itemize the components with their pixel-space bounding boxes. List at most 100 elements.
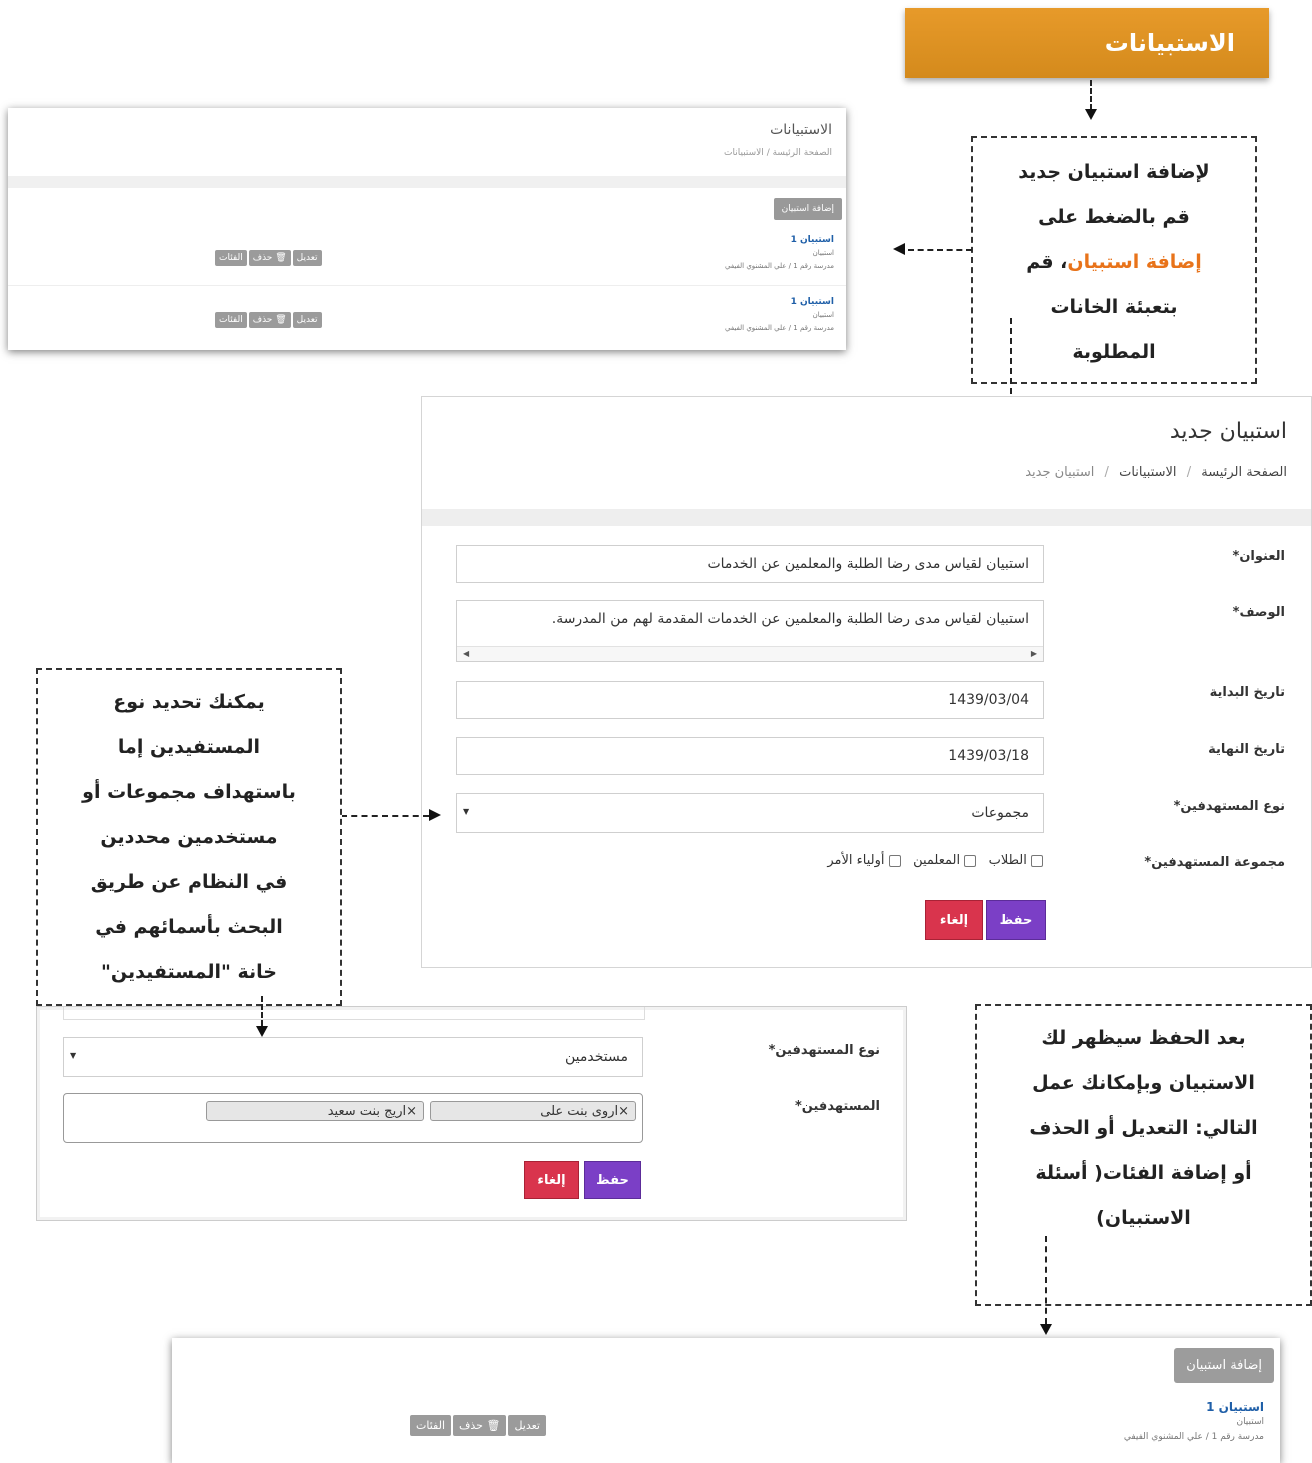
breadcrumb-home[interactable]: الصفحة الرئيسة <box>773 148 832 158</box>
breadcrumb-surveys[interactable]: الاستبيانات <box>1119 465 1176 480</box>
breadcrumb-sep: / <box>1104 465 1109 480</box>
breadcrumb: الصفحة الرئيسة / الاستبيانات / استبيان ج… <box>1025 465 1287 480</box>
divider <box>422 509 1311 526</box>
description-text: استبيان لقياس مدى رضا الطلبة والمعلمين ع… <box>551 611 1029 627</box>
chevron-down-icon: ▼ <box>463 807 470 816</box>
title-label: العنوان* <box>1232 549 1285 564</box>
checkbox[interactable] <box>964 854 977 867</box>
chevron-down-icon: ▼ <box>70 1051 77 1060</box>
cancel-button[interactable]: إلغاء <box>925 900 983 940</box>
delete-button[interactable]: 🗑 حذف <box>248 312 291 328</box>
edit-button[interactable]: تعديل <box>292 250 322 266</box>
note-line: بعد الحفظ سيظهر لك <box>1041 1027 1246 1049</box>
delete-label: حذف <box>459 1419 483 1432</box>
note-target-type: يمكنك تحديد نوع المستفيدين إما باستهداف … <box>36 668 342 1006</box>
target-type-select[interactable]: مستخدمين ▼ <box>63 1037 643 1077</box>
field-box-fragment <box>63 1007 645 1020</box>
target-type-label: نوع المستهدفين* <box>1173 799 1285 814</box>
item-actions: تعديل🗑 حذفالفئات <box>213 307 322 328</box>
users-target-screen: نوع المستهدفين* مستخدمين ▼ المستهدفين* ×… <box>36 1006 907 1221</box>
saved-survey-screen: إضافة استبيان استبيان 1 استبيان مدرسة رق… <box>172 1338 1280 1463</box>
note-line-rest: ، قم <box>1026 251 1068 273</box>
delete-label: حذف <box>252 253 273 263</box>
tag-label: اريج بنت سعيد <box>327 1103 407 1119</box>
description-textarea[interactable]: استبيان لقياس مدى رضا الطلبة والمعلمين ع… <box>456 600 1044 662</box>
note-highlight: إضافة استبيان <box>1067 251 1202 273</box>
note-line: مستخدمين محددين <box>100 826 278 848</box>
save-button[interactable]: حفظ <box>584 1161 641 1199</box>
title-input[interactable]: استبيان لقياس مدى رضا الطلبة والمعلمين ع… <box>456 545 1044 583</box>
note-line: المستفيدين إما <box>117 736 261 758</box>
scroll-right-icon[interactable]: ▶ <box>1031 649 1037 658</box>
note-line: المطلوبة <box>1072 341 1156 363</box>
surveys-list-screen: الاستبيانات الصفحة الرئيسة / الاستبيانات… <box>8 108 846 350</box>
survey-type: استبيان <box>812 249 834 257</box>
page-title: الاستبيانات <box>770 122 832 138</box>
target-type-select[interactable]: مجموعات ▼ <box>456 793 1044 833</box>
start-date-label: تاريخ البداية <box>1209 685 1285 700</box>
target-type-value: مستخدمين <box>565 1049 628 1065</box>
survey-type: استبيان <box>1236 1417 1264 1427</box>
user-tag: × اريج بنت سعيد <box>206 1101 424 1121</box>
note-line: خانة "المستفيدين" <box>100 961 277 983</box>
save-button[interactable]: حفظ <box>986 900 1046 940</box>
edit-button[interactable]: تعديل <box>508 1415 546 1436</box>
survey-meta: مدرسة رقم 1 / علي المشنوي الفيفي <box>724 262 834 270</box>
targets-label: المستهدفين* <box>795 1099 880 1114</box>
breadcrumb-current: الاستبيانات <box>724 148 764 158</box>
new-survey-form-screen: استبيان جديد الصفحة الرئيسة / الاستبيانا… <box>421 396 1312 968</box>
add-survey-button[interactable]: إضافة استبيان <box>773 198 842 220</box>
checkbox[interactable] <box>888 854 901 867</box>
survey-title-link[interactable]: استبيان 1 <box>725 234 834 247</box>
arrow-down-icon <box>1085 109 1097 120</box>
breadcrumb-home[interactable]: الصفحة الرئيسة <box>1201 465 1287 480</box>
note-line: في النظام عن طريق <box>90 871 288 893</box>
categories-button[interactable]: الفئات <box>410 1415 451 1436</box>
arrow-right-icon <box>429 809 441 821</box>
banner-title: الاستبيانات <box>1104 29 1235 57</box>
note-line: بتعبئة الخانات <box>1050 296 1178 318</box>
end-date-input[interactable]: 1439/03/18 <box>456 737 1044 775</box>
delete-button[interactable]: 🗑 حذف <box>248 250 291 266</box>
breadcrumb-current: استبيان جديد <box>1025 465 1095 480</box>
item-actions: تعديل🗑 حذفالفئات <box>408 1414 546 1436</box>
note-line: إضافة استبيان، قم <box>973 240 1255 285</box>
survey-title-link[interactable]: استبيان 1 <box>725 296 834 309</box>
note-line: التالي: التعديل أو الحذف <box>1029 1117 1258 1139</box>
connector-line <box>261 996 263 1026</box>
categories-button[interactable]: الفئات <box>215 312 247 328</box>
edit-button[interactable]: تعديل <box>292 312 322 328</box>
item-actions: تعديل🗑 حذفالفئات <box>213 245 322 266</box>
survey-title-link[interactable]: استبيان 1 <box>1124 1400 1264 1415</box>
horizontal-scrollbar[interactable]: ◀ ▶ <box>457 646 1043 661</box>
delete-button[interactable]: 🗑 حذف <box>453 1415 507 1436</box>
targets-multiselect[interactable]: × اروى بنت على × اريج بنت سعيد <box>63 1093 643 1143</box>
group-option: الطلاب <box>988 853 1027 868</box>
add-survey-button[interactable]: إضافة استبيان <box>1174 1348 1274 1383</box>
cancel-button[interactable]: إلغاء <box>524 1161 579 1199</box>
breadcrumb-sep: / <box>1186 465 1192 480</box>
scroll-left-icon[interactable]: ◀ <box>463 649 469 658</box>
target-group-label: مجموعة المستهدفين* <box>1144 855 1285 870</box>
list-item: استبيان 1 استبيان مدرسة رقم 1 / علي المش… <box>725 296 834 335</box>
connector-line <box>341 815 429 817</box>
breadcrumb: الصفحة الرئيسة / الاستبيانات <box>724 148 832 158</box>
checkbox[interactable] <box>1031 854 1043 867</box>
breadcrumb-sep: / <box>766 148 770 158</box>
survey-meta: مدرسة رقم 1 / علي المشنوي الفيفي <box>1123 1432 1264 1442</box>
divider <box>8 285 846 286</box>
categories-button[interactable]: الفئات <box>215 250 247 266</box>
start-date-input[interactable]: 1439/03/04 <box>456 681 1044 719</box>
remove-tag-icon[interactable]: × <box>618 1104 629 1119</box>
remove-tag-icon[interactable]: × <box>406 1104 417 1119</box>
note-add-survey: لإضافة استبيان جديد قم بالضغط على إضافة … <box>971 136 1257 384</box>
user-tag: × اروى بنت على <box>430 1101 636 1121</box>
note-line: الاستبيان وبإمكانك عمل <box>1032 1072 1255 1094</box>
connector-line <box>1090 80 1092 110</box>
surveys-banner[interactable]: الاستبيانات <box>905 8 1269 78</box>
list-item: استبيان 1 استبيان مدرسة رقم 1 / علي المش… <box>725 234 834 273</box>
description-label: الوصف* <box>1232 605 1285 620</box>
note-line: أو إضافة الفئات( أسئلة <box>1035 1162 1252 1184</box>
connector-line <box>908 249 972 251</box>
survey-type: استبيان <box>812 311 834 319</box>
